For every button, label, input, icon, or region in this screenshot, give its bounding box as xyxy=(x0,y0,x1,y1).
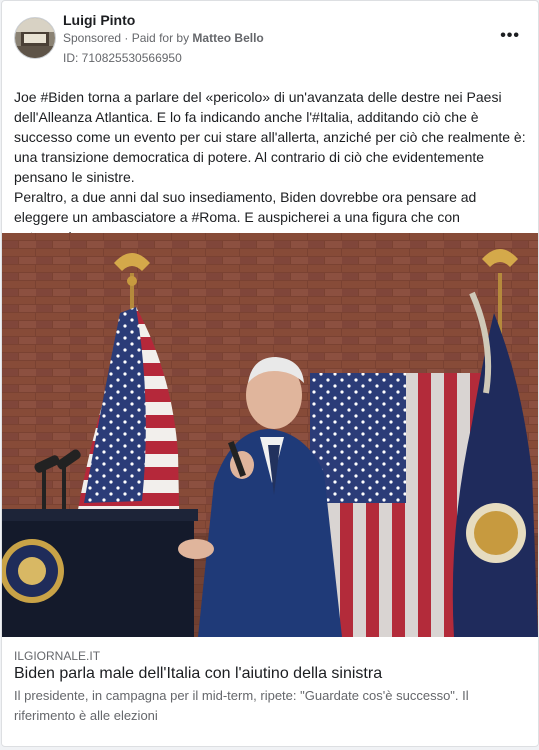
more-horizontal-icon: ••• xyxy=(500,27,520,44)
post-text: Joe #Biden torna a parlare del «pericolo… xyxy=(14,87,529,247)
link-description: Il presidente, in campagna per il mid-te… xyxy=(14,688,469,723)
payer-name[interactable]: Matteo Bello xyxy=(192,31,263,45)
ad-post-card: Luigi Pinto Sponsored · Paid for by Matt… xyxy=(1,0,539,747)
ad-id: ID: 710825530566950 xyxy=(63,51,182,65)
more-options-button[interactable]: ••• xyxy=(500,27,520,45)
sponsored-line: Sponsored · Paid for by Matteo Bello xyxy=(63,31,264,45)
paid-for-label: · Paid for by xyxy=(121,31,193,45)
post-header: Luigi Pinto Sponsored · Paid for by Matt… xyxy=(2,1,538,77)
link-title[interactable]: Biden parla male dell'Italia con l'aiuti… xyxy=(14,664,382,684)
post-paragraph: Joe #Biden torna a parlare del «pericolo… xyxy=(14,89,526,185)
sponsored-label: Sponsored xyxy=(63,31,122,45)
page-name[interactable]: Luigi Pinto xyxy=(63,12,135,28)
link-preview[interactable]: ILGIORNALE.IT Biden parla male dell'Ital… xyxy=(2,637,538,745)
link-preview-image[interactable] xyxy=(2,233,538,637)
page-avatar[interactable] xyxy=(14,17,56,59)
link-domain: ILGIORNALE.IT xyxy=(14,649,101,663)
